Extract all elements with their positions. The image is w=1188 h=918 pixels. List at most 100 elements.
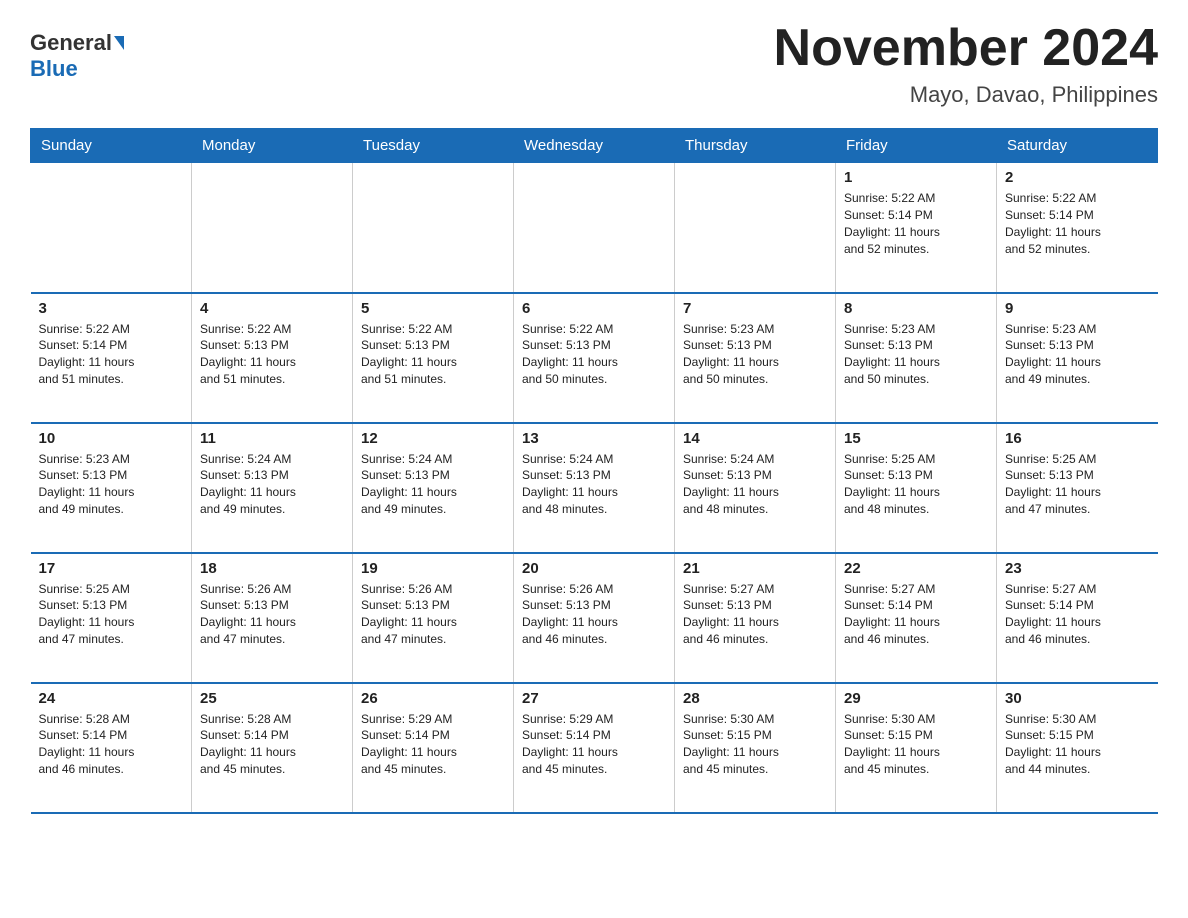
calendar-cell: 30 Sunrise: 5:30 AM Sunset: 5:15 PM Dayli…: [997, 683, 1158, 813]
page-header: General Blue November 2024 Mayo, Davao, …: [30, 20, 1158, 108]
calendar-row-3: 17 Sunrise: 5:25 AM Sunset: 5:13 PM Dayli…: [31, 553, 1158, 683]
day-number: 1: [844, 169, 988, 186]
calendar-cell: 25 Sunrise: 5:28 AM Sunset: 5:14 PM Dayli…: [192, 683, 353, 813]
calendar-row-0: 1 Sunrise: 5:22 AM Sunset: 5:14 PM Daylig…: [31, 163, 1158, 293]
title-area: November 2024 Mayo, Davao, Philippines: [774, 20, 1158, 108]
calendar-cell: 5 Sunrise: 5:22 AM Sunset: 5:13 PM Daylig…: [353, 293, 514, 423]
weekday-header-monday: Monday: [192, 129, 353, 163]
cell-info: Sunrise: 5:23 AM Sunset: 5:13 PM Dayligh…: [39, 451, 184, 518]
cell-info: Sunrise: 5:24 AM Sunset: 5:13 PM Dayligh…: [522, 451, 666, 518]
calendar-row-1: 3 Sunrise: 5:22 AM Sunset: 5:14 PM Daylig…: [31, 293, 1158, 423]
day-number: 17: [39, 560, 184, 577]
cell-info: Sunrise: 5:30 AM Sunset: 5:15 PM Dayligh…: [844, 711, 988, 778]
day-number: 6: [522, 300, 666, 317]
cell-info: Sunrise: 5:24 AM Sunset: 5:13 PM Dayligh…: [200, 451, 344, 518]
day-number: 2: [1005, 169, 1150, 186]
page-subtitle: Mayo, Davao, Philippines: [774, 82, 1158, 108]
weekday-header-row: SundayMondayTuesdayWednesdayThursdayFrid…: [31, 129, 1158, 163]
cell-info: Sunrise: 5:29 AM Sunset: 5:14 PM Dayligh…: [522, 711, 666, 778]
day-number: 20: [522, 560, 666, 577]
cell-info: Sunrise: 5:22 AM Sunset: 5:14 PM Dayligh…: [39, 321, 184, 388]
cell-info: Sunrise: 5:23 AM Sunset: 5:13 PM Dayligh…: [844, 321, 988, 388]
calendar-cell: 17 Sunrise: 5:25 AM Sunset: 5:13 PM Dayli…: [31, 553, 192, 683]
day-number: 8: [844, 300, 988, 317]
logo: General Blue: [30, 20, 124, 82]
cell-info: Sunrise: 5:26 AM Sunset: 5:13 PM Dayligh…: [200, 581, 344, 648]
cell-info: Sunrise: 5:22 AM Sunset: 5:13 PM Dayligh…: [361, 321, 505, 388]
calendar-cell: 13Sunrise: 5:24 AM Sunset: 5:13 PM Dayli…: [514, 423, 675, 553]
calendar-cell: 22 Sunrise: 5:27 AM Sunset: 5:14 PM Dayli…: [836, 553, 997, 683]
cell-info: Sunrise: 5:22 AM Sunset: 5:14 PM Dayligh…: [844, 190, 988, 257]
calendar-cell: 19 Sunrise: 5:26 AM Sunset: 5:13 PM Dayli…: [353, 553, 514, 683]
cell-info: Sunrise: 5:28 AM Sunset: 5:14 PM Dayligh…: [39, 711, 184, 778]
cell-info: Sunrise: 5:27 AM Sunset: 5:13 PM Dayligh…: [683, 581, 827, 648]
cell-info: Sunrise: 5:22 AM Sunset: 5:13 PM Dayligh…: [200, 321, 344, 388]
day-number: 30: [1005, 690, 1150, 707]
day-number: 22: [844, 560, 988, 577]
cell-info: Sunrise: 5:27 AM Sunset: 5:14 PM Dayligh…: [844, 581, 988, 648]
day-number: 21: [683, 560, 827, 577]
day-number: 28: [683, 690, 827, 707]
day-number: 14: [683, 430, 827, 447]
calendar-cell: 20 Sunrise: 5:26 AM Sunset: 5:13 PM Dayli…: [514, 553, 675, 683]
day-number: 12: [361, 430, 505, 447]
weekday-header-saturday: Saturday: [997, 129, 1158, 163]
calendar-cell: 3 Sunrise: 5:22 AM Sunset: 5:14 PM Daylig…: [31, 293, 192, 423]
logo-blue-text: Blue: [30, 56, 78, 82]
calendar-cell: 8 Sunrise: 5:23 AM Sunset: 5:13 PM Daylig…: [836, 293, 997, 423]
day-number: 24: [39, 690, 184, 707]
calendar-row-4: 24 Sunrise: 5:28 AM Sunset: 5:14 PM Dayli…: [31, 683, 1158, 813]
calendar-cell: 29 Sunrise: 5:30 AM Sunset: 5:15 PM Dayli…: [836, 683, 997, 813]
day-number: 23: [1005, 560, 1150, 577]
day-number: 29: [844, 690, 988, 707]
calendar-cell: [31, 163, 192, 293]
weekday-header-wednesday: Wednesday: [514, 129, 675, 163]
logo-general-text: General: [30, 30, 112, 56]
calendar-cell: 7 Sunrise: 5:23 AM Sunset: 5:13 PM Daylig…: [675, 293, 836, 423]
day-number: 9: [1005, 300, 1150, 317]
cell-info: Sunrise: 5:24 AM Sunset: 5:13 PM Dayligh…: [683, 451, 827, 518]
cell-info: Sunrise: 5:24 AM Sunset: 5:13 PM Dayligh…: [361, 451, 505, 518]
cell-info: Sunrise: 5:30 AM Sunset: 5:15 PM Dayligh…: [1005, 711, 1150, 778]
calendar-cell: 15Sunrise: 5:25 AM Sunset: 5:13 PM Dayli…: [836, 423, 997, 553]
calendar-cell: 1 Sunrise: 5:22 AM Sunset: 5:14 PM Daylig…: [836, 163, 997, 293]
weekday-header-friday: Friday: [836, 129, 997, 163]
calendar-cell: [192, 163, 353, 293]
weekday-header-thursday: Thursday: [675, 129, 836, 163]
calendar-cell: 11Sunrise: 5:24 AM Sunset: 5:13 PM Dayli…: [192, 423, 353, 553]
day-number: 27: [522, 690, 666, 707]
day-number: 7: [683, 300, 827, 317]
cell-info: Sunrise: 5:25 AM Sunset: 5:13 PM Dayligh…: [39, 581, 184, 648]
calendar-cell: 24 Sunrise: 5:28 AM Sunset: 5:14 PM Dayli…: [31, 683, 192, 813]
cell-info: Sunrise: 5:25 AM Sunset: 5:13 PM Dayligh…: [844, 451, 988, 518]
calendar-cell: 28 Sunrise: 5:30 AM Sunset: 5:15 PM Dayli…: [675, 683, 836, 813]
cell-info: Sunrise: 5:26 AM Sunset: 5:13 PM Dayligh…: [522, 581, 666, 648]
cell-info: Sunrise: 5:22 AM Sunset: 5:13 PM Dayligh…: [522, 321, 666, 388]
calendar-cell: 6 Sunrise: 5:22 AM Sunset: 5:13 PM Daylig…: [514, 293, 675, 423]
day-number: 5: [361, 300, 505, 317]
weekday-header-tuesday: Tuesday: [353, 129, 514, 163]
calendar-cell: 10Sunrise: 5:23 AM Sunset: 5:13 PM Dayli…: [31, 423, 192, 553]
weekday-header-sunday: Sunday: [31, 129, 192, 163]
calendar-cell: 2Sunrise: 5:22 AM Sunset: 5:14 PM Daylig…: [997, 163, 1158, 293]
cell-info: Sunrise: 5:25 AM Sunset: 5:13 PM Dayligh…: [1005, 451, 1150, 518]
cell-info: Sunrise: 5:26 AM Sunset: 5:13 PM Dayligh…: [361, 581, 505, 648]
calendar-cell: 18Sunrise: 5:26 AM Sunset: 5:13 PM Dayli…: [192, 553, 353, 683]
calendar-cell: [353, 163, 514, 293]
cell-info: Sunrise: 5:29 AM Sunset: 5:14 PM Dayligh…: [361, 711, 505, 778]
day-number: 4: [200, 300, 344, 317]
day-number: 16: [1005, 430, 1150, 447]
day-number: 25: [200, 690, 344, 707]
cell-info: Sunrise: 5:27 AM Sunset: 5:14 PM Dayligh…: [1005, 581, 1150, 648]
cell-info: Sunrise: 5:28 AM Sunset: 5:14 PM Dayligh…: [200, 711, 344, 778]
calendar-cell: 4 Sunrise: 5:22 AM Sunset: 5:13 PM Daylig…: [192, 293, 353, 423]
calendar-cell: 26Sunrise: 5:29 AM Sunset: 5:14 PM Dayli…: [353, 683, 514, 813]
cell-info: Sunrise: 5:23 AM Sunset: 5:13 PM Dayligh…: [683, 321, 827, 388]
calendar-cell: [675, 163, 836, 293]
day-number: 3: [39, 300, 184, 317]
cell-info: Sunrise: 5:30 AM Sunset: 5:15 PM Dayligh…: [683, 711, 827, 778]
calendar-cell: 9Sunrise: 5:23 AM Sunset: 5:13 PM Daylig…: [997, 293, 1158, 423]
page-title: November 2024: [774, 20, 1158, 77]
day-number: 19: [361, 560, 505, 577]
calendar-cell: 14 Sunrise: 5:24 AM Sunset: 5:13 PM Dayli…: [675, 423, 836, 553]
